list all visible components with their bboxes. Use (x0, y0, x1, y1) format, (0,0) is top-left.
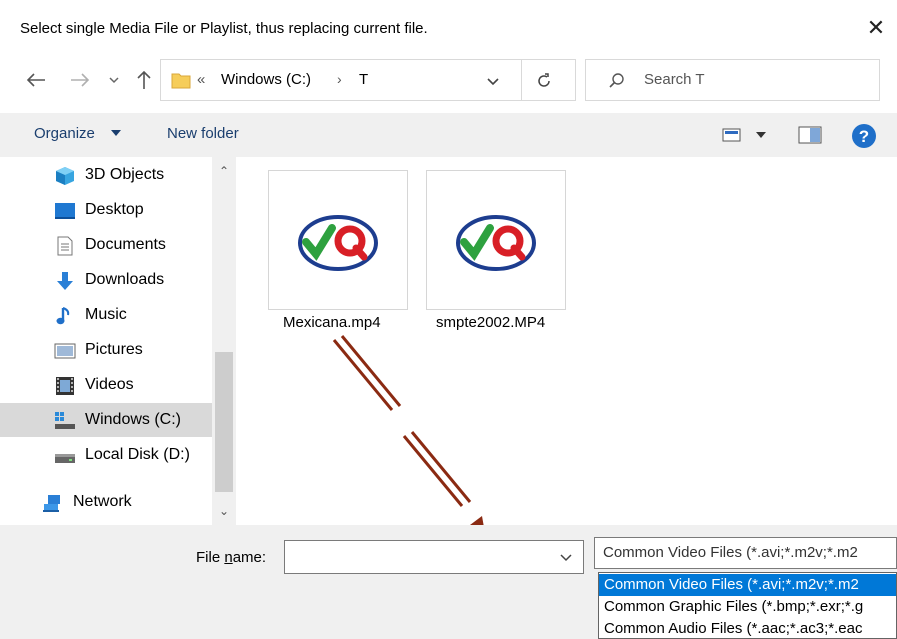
view-icon (722, 128, 741, 142)
caret-down-icon (111, 130, 121, 136)
refresh-icon (538, 73, 550, 87)
file-name-mexicana[interactable]: Mexicana.mp4 (283, 314, 381, 331)
recent-locations-button[interactable] (100, 66, 128, 94)
chevron-down-icon (109, 77, 119, 84)
sidebar-item-label: 3D Objects (85, 166, 165, 183)
window-title: Select single Media File or Playlist, th… (20, 20, 428, 37)
music-icon (56, 307, 70, 325)
search-input[interactable]: Search T (644, 71, 705, 88)
sidebar-item-label: Downloads (85, 271, 165, 288)
up-button[interactable] (130, 66, 158, 94)
chevron-down-icon[interactable] (555, 550, 577, 566)
navigation-pane[interactable]: 3D Objects Desktop Documents Downloads M… (0, 157, 237, 525)
sidebar-scrollbar[interactable]: ⌃ ⌄ (212, 157, 236, 525)
arrow-left-icon (26, 73, 45, 87)
sidebar-item-label: Local Disk (D:) (85, 446, 190, 463)
desktop-icon (55, 203, 75, 219)
caret-down-icon (756, 132, 766, 138)
label-part: File (196, 549, 225, 566)
scroll-thumb[interactable] (215, 352, 233, 492)
vq-media-icon (456, 215, 536, 271)
sidebar-item-windows-c[interactable]: Windows (C:) (0, 403, 212, 437)
command-bar: Organize New folder ? (0, 113, 897, 157)
file-type-dropdown-list[interactable]: Common Video Files (*.avi;*.m2v;*.m2 Com… (598, 572, 897, 639)
sidebar-item-desktop[interactable]: Desktop (0, 193, 212, 227)
file-type-select[interactable]: Common Video Files (*.avi;*.m2v;*.m2 (594, 537, 897, 569)
sidebar-item-label: Desktop (85, 201, 144, 218)
breadcrumb-separator[interactable]: › (337, 71, 342, 87)
organize-button[interactable]: Organize (34, 125, 95, 142)
sidebar-item-network[interactable]: Network (0, 485, 212, 519)
arrow-right-icon (71, 73, 90, 87)
help-button[interactable]: ? (851, 123, 877, 149)
sidebar-item-label: Documents (85, 236, 166, 253)
svg-text:?: ? (859, 127, 869, 146)
search-icon (609, 73, 624, 88)
file-name-smpte2002[interactable]: smpte2002.MP4 (436, 314, 545, 331)
preview-pane-icon (798, 126, 822, 144)
close-button[interactable]: ✕ (858, 10, 894, 46)
new-folder-button[interactable]: New folder (167, 125, 239, 142)
preview-pane-button[interactable] (798, 124, 824, 146)
file-tile-smpte2002[interactable] (426, 170, 566, 310)
3d-objects-icon (56, 167, 74, 185)
chevron-up-icon: ⌃ (218, 164, 230, 178)
view-options-button[interactable] (722, 125, 774, 145)
vq-media-icon (298, 215, 378, 271)
label-accelerator: n (224, 549, 233, 566)
windows-drive-icon (55, 412, 75, 429)
sidebar-item-videos[interactable]: Videos (0, 368, 212, 402)
title-bar: Select single Media File or Playlist, th… (0, 0, 897, 58)
sidebar-item-local-disk-d[interactable]: Local Disk (D:) (0, 438, 212, 472)
network-icon (43, 495, 60, 512)
label-part: ame: (232, 549, 267, 566)
address-divider (521, 60, 522, 100)
file-type-option-audio[interactable]: Common Audio Files (*.aac;*.ac3;*.eac (599, 618, 896, 638)
file-type-option-video[interactable]: Common Video Files (*.avi;*.m2v;*.m2 (599, 574, 896, 596)
videos-icon (56, 377, 74, 395)
forward-button[interactable] (66, 66, 94, 94)
sidebar-item-downloads[interactable]: Downloads (0, 263, 212, 297)
refresh-button[interactable] (531, 68, 557, 94)
breadcrumb-drive[interactable]: Windows (C:) (221, 71, 311, 88)
sidebar-item-label: Music (85, 306, 127, 323)
folder-icon (171, 73, 191, 89)
file-tile-mexicana[interactable] (268, 170, 408, 310)
scroll-up-button[interactable]: ⌃ (212, 161, 236, 181)
sidebar-item-music[interactable]: Music (0, 298, 212, 332)
sidebar-item-documents[interactable]: Documents (0, 228, 212, 262)
back-button[interactable] (22, 66, 50, 94)
file-type-selected: Common Video Files (*.avi;*.m2v;*.m2 (603, 544, 858, 561)
pictures-icon (54, 343, 76, 359)
sidebar-item-label: Windows (C:) (85, 411, 182, 428)
close-icon: ✕ (866, 15, 886, 40)
sidebar-item-pictures[interactable]: Pictures (0, 333, 212, 367)
file-name-input[interactable] (284, 540, 584, 574)
address-dropdown-icon[interactable] (483, 72, 503, 90)
downloads-icon (57, 272, 73, 290)
address-bar[interactable]: « Windows (C:) › T (160, 59, 576, 101)
breadcrumb-folder[interactable]: T (359, 71, 368, 88)
chevron-down-icon: ⌄ (218, 504, 230, 518)
scroll-down-button[interactable]: ⌄ (212, 501, 236, 521)
documents-icon (57, 236, 73, 256)
arrow-up-icon (137, 70, 151, 89)
sidebar-item-3d-objects[interactable]: 3D Objects (0, 158, 212, 192)
sidebar-item-label: Network (73, 493, 132, 510)
sidebar-item-label: Pictures (85, 341, 143, 358)
file-type-option-graphic[interactable]: Common Graphic Files (*.bmp;*.exr;*.g (599, 596, 896, 618)
file-name-label: File name: (196, 549, 266, 566)
help-icon: ? (852, 124, 876, 148)
local-disk-icon (55, 454, 75, 463)
sidebar-item-label: Videos (85, 376, 134, 393)
path-overflow[interactable]: « (197, 71, 205, 88)
search-box[interactable]: Search T (585, 59, 880, 101)
